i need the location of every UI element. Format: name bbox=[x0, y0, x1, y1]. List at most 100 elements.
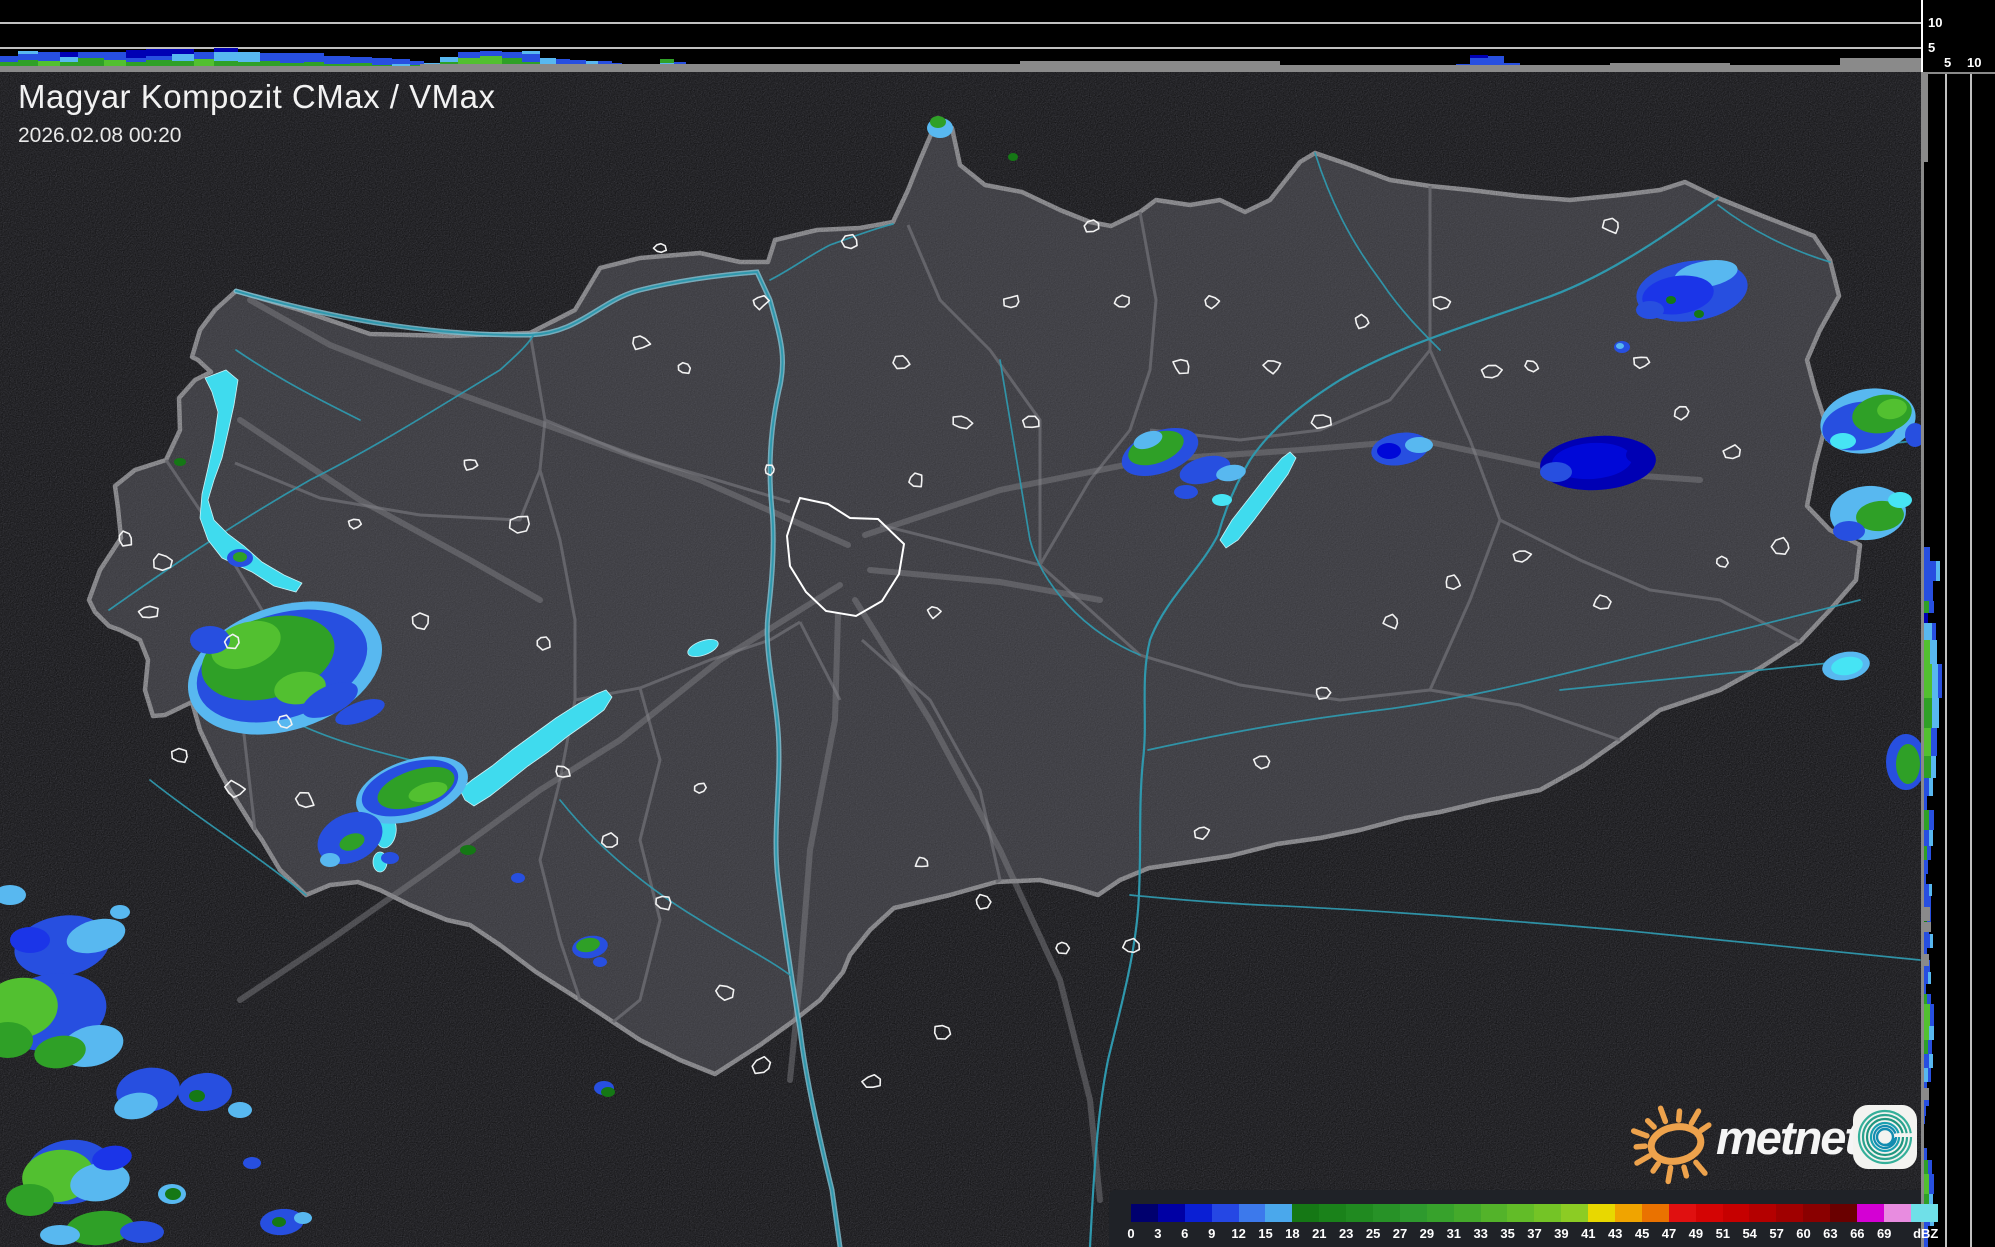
legend-tick: 6 bbox=[1181, 1226, 1189, 1241]
right-axis-label-5: 5 bbox=[1944, 55, 1952, 70]
radar-echo bbox=[1694, 310, 1704, 318]
radar-echo bbox=[511, 873, 525, 883]
legend-cell bbox=[1131, 1204, 1158, 1222]
legend-tick: 3 bbox=[1154, 1226, 1162, 1241]
legend-tick: 51 bbox=[1715, 1226, 1731, 1241]
legend-tick: 29 bbox=[1419, 1226, 1435, 1241]
legend-tick: 9 bbox=[1208, 1226, 1216, 1241]
radar-echo bbox=[1830, 433, 1856, 449]
radar-echo bbox=[228, 1102, 252, 1118]
legend-tick: 43 bbox=[1607, 1226, 1623, 1241]
legend-tick: 45 bbox=[1634, 1226, 1650, 1241]
metnet-wordmark: metnet bbox=[1716, 1111, 1860, 1164]
legend-cell bbox=[1426, 1204, 1454, 1222]
legend-cell bbox=[1910, 1204, 1938, 1222]
legend-tick: 49 bbox=[1688, 1226, 1704, 1241]
radar-echo bbox=[1540, 462, 1572, 482]
legend-cell bbox=[1292, 1204, 1320, 1222]
legend-cell bbox=[1776, 1204, 1804, 1222]
page-title: Magyar Kompozit CMax / VMax bbox=[18, 78, 496, 115]
legend-tick: 21 bbox=[1312, 1226, 1327, 1241]
legend-cell bbox=[1534, 1204, 1562, 1222]
legend-tick: 69 bbox=[1876, 1226, 1892, 1241]
radar-echo bbox=[190, 626, 230, 654]
legend-cell bbox=[1319, 1204, 1347, 1222]
top-profile-panel bbox=[0, 0, 1921, 72]
radar-echo bbox=[243, 1157, 261, 1169]
top-profile-canvas bbox=[0, 22, 1921, 72]
radar-echo bbox=[1616, 343, 1624, 349]
radar-echo bbox=[233, 552, 247, 562]
radar-echo bbox=[381, 852, 399, 864]
legend-cell bbox=[1184, 1204, 1212, 1222]
legend-cell bbox=[1373, 1204, 1400, 1222]
legend-tick: 31 bbox=[1446, 1226, 1462, 1241]
legend-cell bbox=[1399, 1204, 1427, 1222]
legend-cell bbox=[1722, 1204, 1750, 1222]
radar-echo bbox=[930, 116, 946, 128]
legend-cell bbox=[1695, 1204, 1723, 1222]
radar-echo bbox=[10, 927, 50, 953]
legend-unit: dBZ bbox=[1913, 1226, 1939, 1241]
title-block: Magyar Kompozit CMax / VMax 2026.02.08 0… bbox=[18, 78, 495, 148]
radar-echo bbox=[1008, 153, 1018, 161]
radar-echo bbox=[272, 1217, 286, 1227]
legend-cell bbox=[1480, 1204, 1508, 1222]
radar-echo bbox=[460, 845, 476, 855]
timestamp: 2026.02.08 00:20 bbox=[18, 124, 182, 147]
legend-cell bbox=[1346, 1204, 1374, 1222]
radar-echo bbox=[601, 1087, 615, 1097]
legend-cell bbox=[1857, 1204, 1884, 1222]
legend-cell bbox=[1265, 1204, 1293, 1222]
radar-echo bbox=[593, 957, 607, 967]
radar-echo bbox=[1174, 485, 1198, 499]
legend-tick: 60 bbox=[1796, 1226, 1811, 1241]
radar-echo bbox=[1833, 521, 1865, 541]
right-profile-panel bbox=[1921, 72, 1995, 1247]
metnet-app-icon bbox=[1853, 1105, 1917, 1169]
radar-echo bbox=[1896, 744, 1920, 784]
radar-echo bbox=[1626, 446, 1654, 464]
legend-cell bbox=[1749, 1204, 1777, 1222]
right-profile-canvas bbox=[1921, 74, 1972, 1247]
legend-cell bbox=[1157, 1204, 1185, 1222]
radar-map: Magyar Kompozit CMax / VMax 2026.02.08 0… bbox=[0, 72, 1938, 1247]
legend-tick: 66 bbox=[1850, 1226, 1865, 1241]
legend-cell bbox=[1668, 1204, 1696, 1222]
radar-echo bbox=[1377, 443, 1401, 459]
legend-cell bbox=[1561, 1204, 1589, 1222]
radar-echo bbox=[320, 853, 340, 867]
radar-echo bbox=[40, 1225, 80, 1245]
legend-tick: 15 bbox=[1258, 1226, 1273, 1241]
legend-cell bbox=[1641, 1204, 1669, 1222]
legend-tick: 39 bbox=[1554, 1226, 1569, 1241]
radar-echo bbox=[174, 458, 186, 466]
legend-cell bbox=[1803, 1204, 1831, 1222]
legend-tick: 27 bbox=[1392, 1226, 1408, 1241]
sun-icon bbox=[1630, 1105, 1712, 1185]
legend-tick: 54 bbox=[1742, 1226, 1757, 1241]
metnet-logo[interactable]: metnet bbox=[1630, 1092, 1920, 1185]
dbz-legend: 0 3 6 9 12 15 18 21 23 25 27 29 31 33 35 37 39 41 43 45 47 49… bbox=[1109, 1190, 1938, 1247]
radar-echo bbox=[294, 1212, 312, 1224]
legend-cell bbox=[1453, 1204, 1481, 1222]
radar-echo bbox=[120, 1221, 164, 1243]
top-axis-label-5: 5 bbox=[1928, 40, 1936, 55]
legend-color-bar bbox=[1131, 1204, 1938, 1222]
legend-tick: 23 bbox=[1338, 1226, 1354, 1241]
radar-echo bbox=[1888, 492, 1912, 508]
legend-tick: 25 bbox=[1365, 1226, 1381, 1241]
legend-tick: 35 bbox=[1500, 1226, 1515, 1241]
profile-axis-corner: 10 5 5 10 bbox=[1921, 0, 1995, 72]
right-axis-label-10: 10 bbox=[1967, 55, 1982, 70]
radar-echo bbox=[165, 1188, 181, 1200]
legend-tick: 57 bbox=[1769, 1226, 1784, 1241]
legend-cell bbox=[1830, 1204, 1858, 1222]
legend-cell bbox=[1211, 1204, 1239, 1222]
legend-tick: 47 bbox=[1661, 1226, 1677, 1241]
legend-tick: 18 bbox=[1285, 1226, 1300, 1241]
legend-tick: 37 bbox=[1527, 1226, 1542, 1241]
legend-cell bbox=[1615, 1204, 1642, 1222]
map-canvas bbox=[0, 72, 1921, 1247]
radar-echo bbox=[6, 1184, 54, 1216]
